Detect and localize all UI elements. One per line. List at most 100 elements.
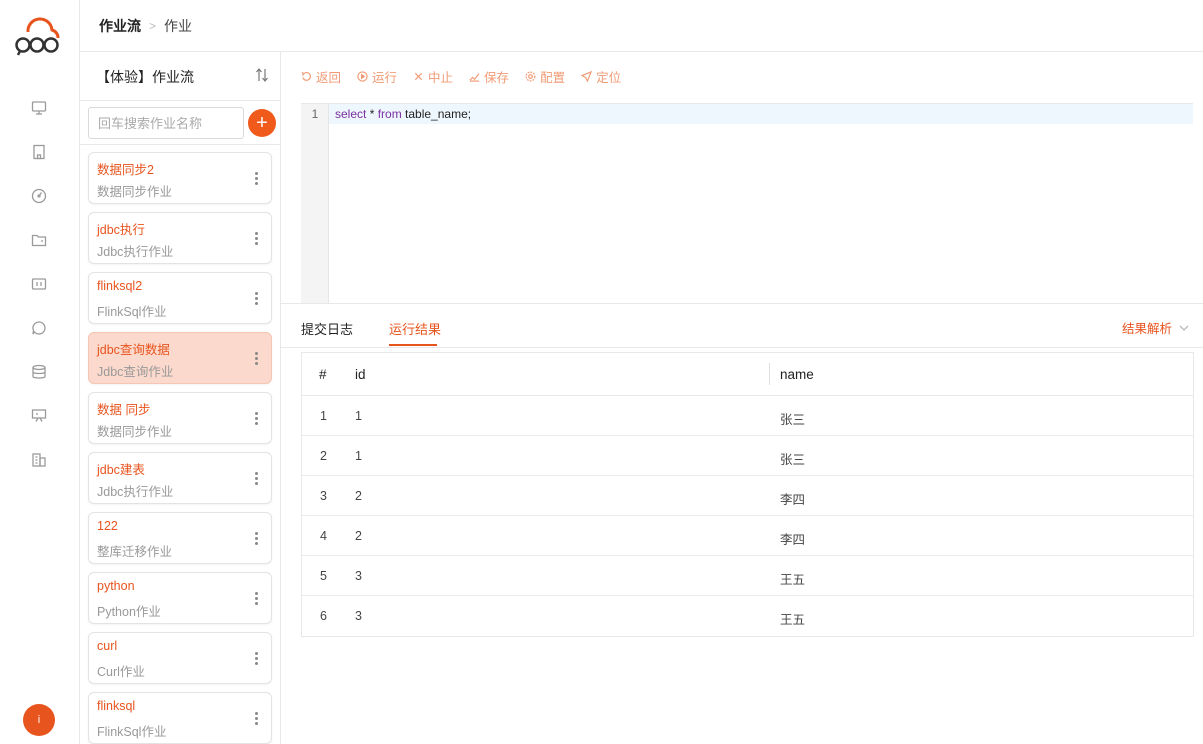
sql-editor[interactable]: 1 select * from table_name;: [301, 103, 1193, 304]
job-name: flinksql2: [97, 279, 143, 293]
chevron-down-icon: [1179, 325, 1189, 331]
job-search-input[interactable]: [88, 107, 244, 139]
job-name: python: [97, 579, 135, 593]
stop-label: 中止: [428, 70, 454, 85]
result-parse-dropdown[interactable]: 结果解析: [1122, 318, 1189, 337]
job-type: Python作业: [97, 605, 161, 619]
back-label: 返回: [316, 70, 342, 85]
cell-index: 5: [320, 569, 327, 583]
save-label: 保存: [484, 70, 510, 85]
run-label: 运行: [372, 70, 398, 85]
save-button[interactable]: 保存: [469, 68, 510, 85]
panel-title: 【体验】作业流: [96, 69, 194, 85]
more-vertical-icon[interactable]: [255, 232, 259, 246]
cell-name: 张三: [780, 453, 806, 467]
divider: [80, 144, 280, 145]
presentation-icon[interactable]: [30, 407, 48, 425]
job-card[interactable]: flinksql FlinkSql作业: [88, 692, 272, 744]
job-card[interactable]: jdbc查询数据 Jdbc查询作业: [88, 332, 272, 384]
table-row: 3 2 李四: [302, 476, 1193, 516]
table-header: # id name: [302, 353, 1193, 396]
table-row: 4 2 李四: [302, 516, 1193, 556]
app-root: i 作业流 > 作业 【体验】作业流 + 数据同步2 数据同步作业 jdbc执行 Jd…: [0, 0, 1203, 744]
cell-index: 1: [320, 409, 327, 423]
config-button[interactable]: 配置: [525, 68, 565, 85]
locate-label: 定位: [596, 70, 622, 85]
gauge-icon[interactable]: [30, 187, 48, 205]
more-vertical-icon[interactable]: [255, 412, 259, 426]
more-vertical-icon[interactable]: [255, 172, 259, 186]
user-avatar[interactable]: i: [23, 704, 55, 736]
breadcrumb: 作业流 > 作业: [80, 0, 1203, 52]
parse-label: 结果解析: [1121, 322, 1172, 336]
more-vertical-icon[interactable]: [255, 472, 259, 486]
locate-button[interactable]: 定位: [581, 68, 622, 85]
cell-id: 3: [355, 609, 362, 623]
job-card[interactable]: jdbc建表 Jdbc执行作业: [88, 452, 272, 504]
city-icon[interactable]: [30, 451, 48, 469]
job-name: flinksql: [97, 699, 136, 713]
more-vertical-icon[interactable]: [255, 712, 259, 726]
job-name: jdbc建表: [97, 463, 145, 477]
more-vertical-icon[interactable]: [255, 652, 259, 666]
add-job-button[interactable]: +: [248, 109, 276, 137]
cell-index: 4: [320, 529, 327, 543]
job-name: jdbc查询数据: [97, 343, 170, 357]
column-header-index: #: [319, 367, 327, 382]
cell-id: 2: [355, 489, 362, 503]
cell-id: 3: [355, 569, 362, 583]
building-icon[interactable]: [30, 143, 48, 161]
gear-icon: [525, 71, 536, 81]
job-name: 数据 同步: [97, 403, 151, 417]
table-row: 1 1 张三: [302, 396, 1193, 436]
job-type: Jdbc执行作业: [97, 485, 174, 499]
monitor-icon[interactable]: [30, 99, 48, 117]
more-vertical-icon[interactable]: [255, 352, 259, 366]
more-vertical-icon[interactable]: [255, 592, 259, 606]
folder-icon[interactable]: [30, 231, 48, 249]
table-row: 2 1 张三: [302, 436, 1193, 476]
breadcrumb-separator-icon: >: [149, 18, 157, 33]
back-button[interactable]: 返回: [301, 68, 342, 85]
sort-icon[interactable]: [255, 67, 269, 83]
more-vertical-icon[interactable]: [255, 292, 259, 306]
calendar-icon[interactable]: [30, 275, 48, 293]
stop-button[interactable]: 中止: [413, 68, 454, 85]
cell-name: 张三: [780, 413, 806, 427]
job-card[interactable]: 数据同步2 数据同步作业: [88, 152, 272, 204]
play-circle-icon: [357, 70, 368, 82]
job-type: 数据同步作业: [97, 425, 173, 439]
job-name: 数据同步2: [97, 163, 154, 177]
table-body: 1 1 张三 2 1 张三 3 2 李四 4 2 李四 5 3 王五 6 3 王五: [302, 396, 1193, 636]
column-resizer[interactable]: [769, 363, 770, 385]
run-button[interactable]: 运行: [357, 68, 398, 85]
column-header-id[interactable]: id: [355, 367, 366, 382]
database-icon[interactable]: [30, 363, 48, 381]
cell-name: 李四: [780, 533, 806, 547]
column-header-name[interactable]: name: [780, 367, 814, 382]
job-list-panel: 【体验】作业流 + 数据同步2 数据同步作业 jdbc执行 Jdbc执行作业 flink…: [80, 52, 281, 744]
job-name: curl: [97, 639, 118, 653]
job-card[interactable]: 122 整库迁移作业: [88, 512, 272, 564]
editor-toolbar: 返回 运行 中止 保存 配置 定位: [301, 68, 622, 85]
cell-id: 1: [355, 409, 362, 423]
cloud-logo-icon[interactable]: [14, 14, 66, 56]
job-card[interactable]: jdbc执行 Jdbc执行作业: [88, 212, 272, 264]
breadcrumb-root[interactable]: 作业流: [99, 16, 141, 36]
job-card[interactable]: flinksql2 FlinkSql作业: [88, 272, 272, 324]
tab-submit-log[interactable]: 提交日志: [301, 319, 353, 338]
job-card[interactable]: python Python作业: [88, 572, 272, 624]
keyword-select: select: [335, 107, 367, 121]
chat-icon[interactable]: [30, 319, 48, 337]
cell-index: 2: [320, 449, 327, 463]
code-line[interactable]: select * from table_name;: [335, 107, 471, 121]
result-tabs: 提交日志 运行结果 结果解析: [281, 304, 1203, 348]
cell-index: 6: [320, 609, 327, 623]
job-type: Jdbc执行作业: [97, 245, 174, 259]
editor-gutter: [301, 104, 329, 304]
tab-run-result[interactable]: 运行结果: [389, 319, 441, 338]
more-vertical-icon[interactable]: [255, 532, 259, 546]
job-card[interactable]: curl Curl作业: [88, 632, 272, 684]
breadcrumb-current: 作业: [164, 17, 193, 34]
job-card[interactable]: 数据 同步数据同步作业: [88, 392, 272, 444]
